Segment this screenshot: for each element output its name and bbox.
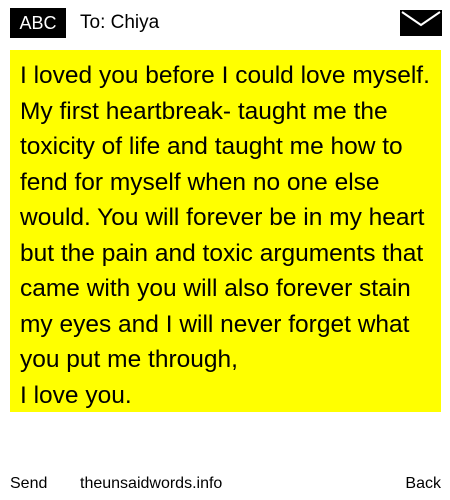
message-body[interactable]: I loved you before I could love myself. … <box>20 58 445 413</box>
input-mode-badge[interactable]: ABC <box>10 8 66 38</box>
back-button[interactable]: Back <box>405 470 441 498</box>
send-button[interactable]: Send <box>10 470 47 498</box>
site-label: theunsaidwords.info <box>80 475 223 492</box>
header-bar: ABC To: Chiya <box>0 0 450 46</box>
recipient-label: To: Chiya <box>80 12 160 33</box>
envelope-icon[interactable] <box>400 10 442 36</box>
footer-bar: Send theunsaidwords.info Back <box>0 470 450 500</box>
